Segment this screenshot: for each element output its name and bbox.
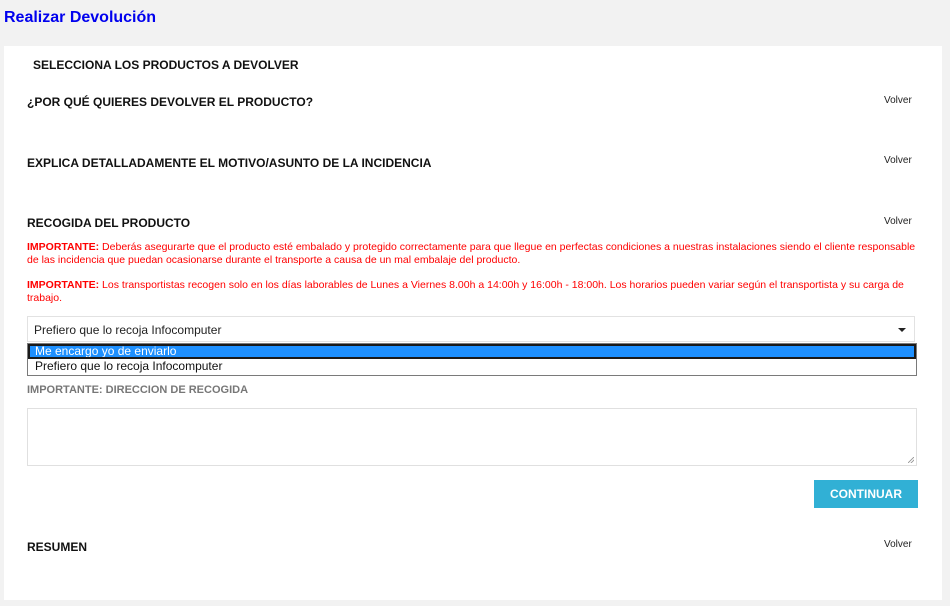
why-return-back-link[interactable]: Volver — [884, 95, 912, 106]
schedule-notice-label: IMPORTANTE: — [27, 279, 100, 291]
pickup-address-label: IMPORTANTE: DIRECCION DE RECOGIDA — [27, 384, 249, 396]
packaging-notice: IMPORTANTE: Deberás asegurarte que el pr… — [27, 241, 922, 266]
return-panel: SELECCIONA LOS PRODUCTOS A DEVOLVER ¿POR… — [4, 46, 942, 600]
explain-heading[interactable]: EXPLICA DETALLADAMENTE EL MOTIVO/ASUNTO … — [27, 156, 431, 170]
explain-back-link[interactable]: Volver — [884, 155, 912, 166]
pickup-back-link[interactable]: Volver — [884, 216, 912, 227]
option-infocomputer-pickup[interactable]: Prefiero que lo recoja Infocomputer — [28, 359, 916, 374]
why-return-heading[interactable]: ¿POR QUÉ QUIERES DEVOLVER EL PRODUCTO? — [27, 95, 313, 109]
summary-heading: RESUMEN — [27, 540, 88, 554]
schedule-notice: IMPORTANTE: Los transportistas recogen s… — [27, 279, 922, 304]
pickup-method-select[interactable]: Prefiero que lo recoja Infocomputer — [27, 316, 915, 342]
option-self-send[interactable]: Me encargo yo de enviarlo — [28, 344, 916, 359]
packaging-notice-label: IMPORTANTE: — [27, 241, 100, 253]
summary-back-link[interactable]: Volver — [884, 539, 912, 550]
resize-grip-icon[interactable] — [908, 457, 914, 463]
pickup-address-textarea[interactable] — [27, 408, 917, 466]
pickup-method-value: Prefiero que lo recoja Infocomputer — [34, 323, 222, 337]
page-title: Realizar Devolución — [4, 9, 157, 26]
continue-button[interactable]: CONTINUAR — [814, 480, 918, 508]
schedule-notice-text: Los transportistas recogen solo en los d… — [27, 279, 904, 304]
packaging-notice-text: Deberás asegurarte que el producto esté … — [27, 241, 916, 266]
pickup-method-dropdown: Me encargo yo de enviarlo Prefiero que l… — [27, 343, 917, 376]
select-products-heading: SELECCIONA LOS PRODUCTOS A DEVOLVER — [33, 58, 299, 72]
pickup-heading: RECOGIDA DEL PRODUCTO — [27, 216, 191, 230]
chevron-down-icon — [898, 328, 906, 332]
